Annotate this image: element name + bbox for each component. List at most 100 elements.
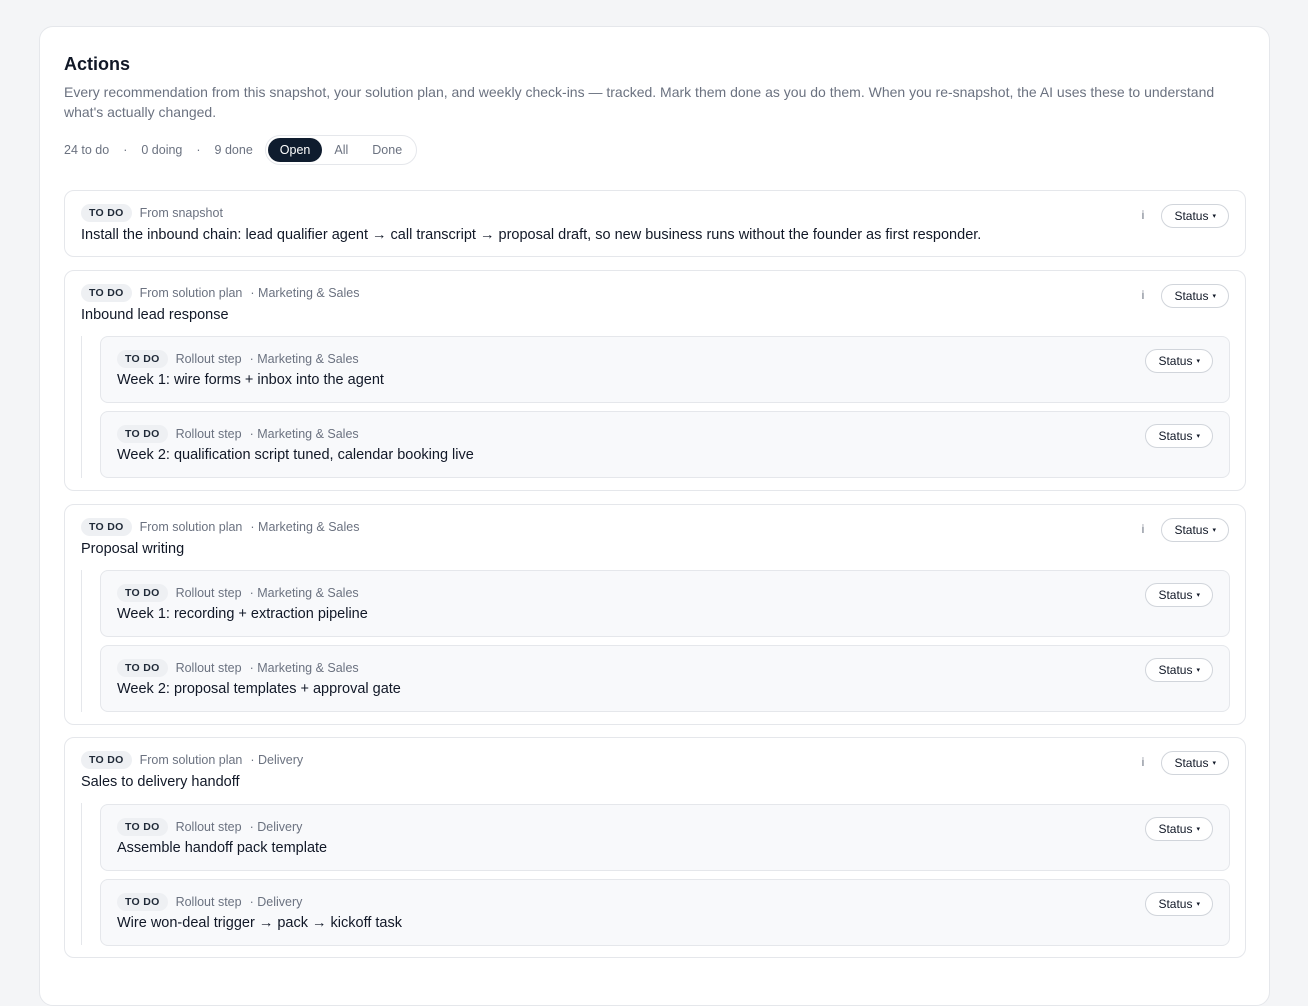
status-label: Status [1174, 289, 1209, 303]
status-label: Status [1158, 897, 1193, 911]
caret-down-icon: ▾ [1212, 213, 1216, 220]
status-dropdown[interactable]: Status ▾ [1145, 658, 1213, 682]
step-meta: TO DO Rollout step · Delivery [117, 818, 302, 836]
action-source: From solution plan [139, 753, 243, 767]
action-category: · Delivery [250, 753, 304, 767]
step-title: Wire won-deal trigger → pack → kickoff t… [117, 915, 402, 931]
status-dropdown[interactable]: Status ▾ [1145, 349, 1213, 373]
status-label: Status [1158, 663, 1193, 677]
rollout-step: TO DO Rollout step · Delivery Wire won-d… [100, 879, 1230, 946]
status-label: Status [1174, 209, 1209, 223]
info-icon[interactable]: i [1138, 288, 1148, 302]
done-count: 9 done [214, 143, 253, 157]
rollout-step: TO DO Rollout step · Marketing & Sales W… [100, 570, 1230, 637]
page-description: Every recommendation from this snapshot,… [64, 84, 1215, 120]
caret-down-icon: ▾ [1212, 527, 1216, 534]
info-icon[interactable]: i [1138, 755, 1148, 769]
rollout-step: TO DO Rollout step · Marketing & Sales W… [100, 336, 1230, 403]
action-title: Sales to delivery handoff [81, 774, 240, 790]
status-label: Status [1174, 756, 1209, 770]
action-item: TO DO From solution plan · Marketing & S… [64, 270, 1246, 491]
actions-card: Actions Every recommendation from this s… [39, 26, 1270, 1006]
action-counts: 24 to do · 0 doing · 9 done Open All Don… [64, 135, 418, 165]
steps-rail [81, 803, 82, 945]
action-source: From solution plan [139, 520, 243, 534]
status-badge: TO DO [117, 584, 168, 602]
status-dropdown[interactable]: Status ▾ [1161, 751, 1229, 775]
action-title: Proposal writing [81, 541, 185, 557]
step-title: Week 2: proposal templates + approval ga… [117, 681, 401, 697]
caret-down-icon: ▾ [1196, 826, 1200, 833]
status-badge: TO DO [117, 893, 168, 911]
action-source: From solution plan [139, 286, 243, 300]
step-source: Rollout step [175, 427, 242, 441]
rollout-step: TO DO Rollout step · Marketing & Sales W… [100, 645, 1230, 712]
action-meta: TO DO From solution plan · Delivery [81, 751, 303, 769]
step-category: · Marketing & Sales [249, 661, 359, 675]
action-meta: TO DO From solution plan · Marketing & S… [81, 518, 359, 536]
action-category: · Marketing & Sales [250, 286, 360, 300]
step-meta: TO DO Rollout step · Marketing & Sales [117, 584, 359, 602]
step-category: · Marketing & Sales [249, 586, 359, 600]
step-meta: TO DO Rollout step · Delivery [117, 893, 302, 911]
status-label: Status [1158, 354, 1193, 368]
status-badge: TO DO [81, 204, 132, 222]
step-source: Rollout step [175, 586, 242, 600]
status-dropdown[interactable]: Status ▾ [1161, 518, 1229, 542]
info-icon[interactable]: i [1138, 522, 1148, 536]
step-title: Assemble handoff pack template [117, 840, 328, 856]
action-title: Inbound lead response [81, 307, 229, 323]
status-badge: TO DO [117, 818, 168, 836]
caret-down-icon: ▾ [1196, 901, 1200, 908]
caret-down-icon: ▾ [1196, 592, 1200, 599]
caret-down-icon: ▾ [1196, 433, 1200, 440]
caret-down-icon: ▾ [1212, 293, 1216, 300]
status-label: Status [1174, 523, 1209, 537]
step-category: · Delivery [249, 820, 303, 834]
action-source: From snapshot [139, 206, 223, 220]
filter-all[interactable]: All [322, 138, 360, 162]
status-dropdown[interactable]: Status ▾ [1145, 817, 1213, 841]
step-source: Rollout step [175, 661, 242, 675]
action-category: · Marketing & Sales [250, 520, 360, 534]
action-meta: TO DO From snapshot [81, 204, 223, 222]
status-dropdown[interactable]: Status ▾ [1145, 583, 1213, 607]
filter-segmented-control: Open All Done [264, 135, 418, 165]
step-meta: TO DO Rollout step · Marketing & Sales [117, 350, 359, 368]
step-source: Rollout step [175, 820, 242, 834]
rollout-step: TO DO Rollout step · Delivery Assemble h… [100, 804, 1230, 871]
filter-done[interactable]: Done [360, 138, 414, 162]
action-title: Install the inbound chain: lead qualifie… [81, 227, 982, 243]
info-icon[interactable]: i [1138, 208, 1148, 222]
action-item: TO DO From solution plan · Marketing & S… [64, 504, 1246, 725]
status-badge: TO DO [81, 518, 132, 536]
step-source: Rollout step [175, 895, 242, 909]
step-meta: TO DO Rollout step · Marketing & Sales [117, 659, 359, 677]
status-label: Status [1158, 822, 1193, 836]
status-label: Status [1158, 429, 1193, 443]
status-badge: TO DO [81, 751, 132, 769]
status-label: Status [1158, 588, 1193, 602]
step-source: Rollout step [175, 352, 242, 366]
caret-down-icon: ▾ [1196, 358, 1200, 365]
steps-rail [81, 570, 82, 712]
action-item: TO DO From solution plan · Delivery Sale… [64, 737, 1246, 958]
action-item: TO DO From snapshot Install the inbound … [64, 190, 1246, 257]
rollout-step: TO DO Rollout step · Marketing & Sales W… [100, 411, 1230, 478]
separator: · [123, 143, 128, 157]
status-dropdown[interactable]: Status ▾ [1161, 204, 1229, 228]
status-dropdown[interactable]: Status ▾ [1161, 284, 1229, 308]
filter-open[interactable]: Open [267, 138, 323, 162]
action-meta: TO DO From solution plan · Marketing & S… [81, 284, 359, 302]
separator: · [196, 143, 201, 157]
step-category: · Marketing & Sales [249, 352, 359, 366]
todo-count: 24 to do [64, 143, 110, 157]
status-dropdown[interactable]: Status ▾ [1145, 892, 1213, 916]
status-badge: TO DO [117, 425, 168, 443]
status-badge: TO DO [81, 284, 132, 302]
doing-count: 0 doing [141, 143, 183, 157]
page-title: Actions [64, 54, 131, 74]
status-dropdown[interactable]: Status ▾ [1145, 424, 1213, 448]
step-title: Week 1: recording + extraction pipeline [117, 606, 368, 622]
status-badge: TO DO [117, 350, 168, 368]
